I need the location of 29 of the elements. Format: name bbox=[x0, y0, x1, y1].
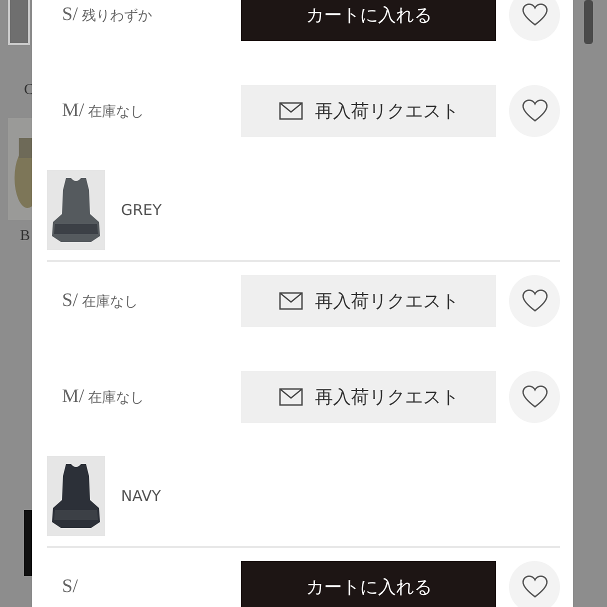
color-name: NAVY bbox=[121, 487, 161, 505]
size-label: M/ bbox=[62, 100, 84, 122]
thumbnail-frame bbox=[8, 0, 30, 45]
size-label: S/ bbox=[62, 290, 78, 312]
mail-icon bbox=[278, 102, 303, 120]
heart-icon bbox=[522, 289, 548, 313]
stock-status: 在庫なし bbox=[88, 389, 144, 407]
mail-icon bbox=[278, 388, 303, 406]
product-label: B bbox=[20, 228, 30, 245]
color-name: GREY bbox=[121, 201, 162, 219]
favorite-button[interactable] bbox=[509, 561, 560, 607]
heart-icon bbox=[522, 575, 548, 599]
scrollbar-thumb[interactable] bbox=[584, 0, 593, 44]
heart-icon bbox=[522, 385, 548, 409]
heart-icon bbox=[522, 99, 548, 123]
add-to-cart-button[interactable]: カートに入れる bbox=[241, 0, 496, 41]
restock-request-button[interactable]: 再入荷リクエスト bbox=[241, 275, 496, 327]
restock-request-button[interactable]: 再入荷リクエスト bbox=[241, 85, 496, 137]
add-to-cart-button[interactable]: カートに入れる bbox=[241, 561, 496, 607]
stock-status: 在庫なし bbox=[88, 103, 144, 121]
stock-status: 在庫なし bbox=[82, 293, 138, 311]
heart-icon bbox=[522, 3, 548, 27]
size-label: M/ bbox=[62, 386, 84, 408]
restock-request-button[interactable]: 再入荷リクエスト bbox=[241, 371, 496, 423]
mail-icon bbox=[278, 292, 303, 310]
size-label: S/ bbox=[62, 4, 78, 26]
stock-status: 残りわずか bbox=[82, 7, 152, 25]
size-label: S/ bbox=[62, 576, 78, 598]
favorite-button[interactable] bbox=[509, 0, 560, 41]
